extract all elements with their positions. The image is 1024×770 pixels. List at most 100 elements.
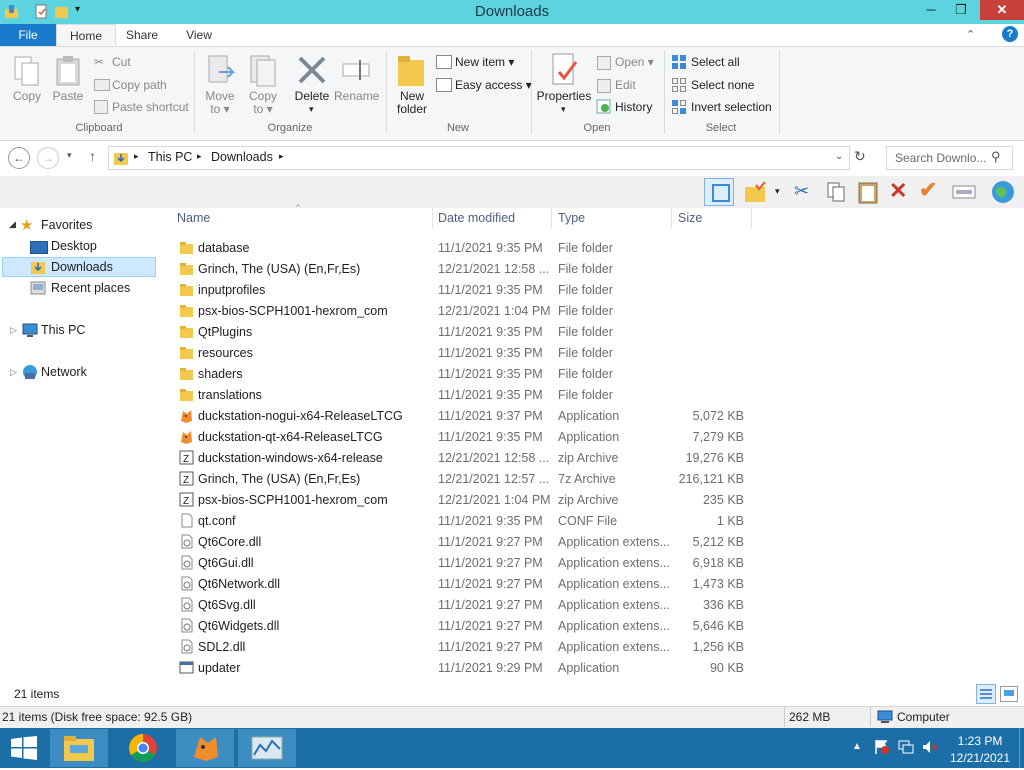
properties-dropdown-icon[interactable]: ▾ bbox=[561, 104, 566, 115]
column-header-type[interactable]: Type bbox=[558, 211, 585, 225]
column-divider[interactable] bbox=[671, 207, 672, 229]
taskbar-chrome[interactable] bbox=[114, 729, 172, 767]
start-windows-icon[interactable] bbox=[10, 736, 38, 760]
recent-locations-icon[interactable]: ▾ bbox=[67, 150, 72, 161]
large-icons-view-button[interactable] bbox=[1000, 686, 1018, 702]
file-row[interactable]: duckstation-nogui-x64-ReleaseLTCG 11/1/20… bbox=[176, 405, 756, 426]
delete-dropdown-icon[interactable]: ▾ bbox=[309, 104, 314, 115]
search-input[interactable]: Search Downlo... bbox=[895, 151, 986, 165]
tab-share[interactable]: Share bbox=[118, 24, 166, 46]
delete-button[interactable]: Delete bbox=[292, 90, 332, 103]
select-none-button[interactable]: Select none bbox=[691, 78, 754, 92]
properties-icon[interactable] bbox=[549, 52, 581, 88]
copy-button[interactable]: Copy bbox=[8, 90, 46, 103]
file-row[interactable]: Grinch, The (USA) (En,Fr,Es) 12/21/2021 1… bbox=[176, 258, 756, 279]
expand-this-pc-icon[interactable]: ▷ bbox=[10, 325, 17, 336]
delete-icon[interactable] bbox=[296, 54, 328, 86]
copy-toolbar-icon[interactable] bbox=[826, 181, 846, 203]
expand-favorites-icon[interactable]: ◢ bbox=[9, 219, 16, 230]
file-row[interactable]: database 11/1/2021 9:35 PM File folder bbox=[176, 237, 756, 258]
history-button[interactable]: History bbox=[615, 100, 652, 114]
rename-toolbar-icon[interactable] bbox=[952, 184, 976, 200]
nav-favorites[interactable]: Favorites bbox=[41, 215, 92, 235]
address-bar[interactable]: ▸ This PC ▸ Downloads ▸ ⌄ bbox=[108, 146, 850, 170]
properties-button[interactable]: Properties bbox=[536, 90, 592, 103]
file-row[interactable]: psx-bios-SCPH1001-hexrom_com 12/21/2021 1… bbox=[176, 300, 756, 321]
column-header-date[interactable]: Date modified bbox=[438, 211, 515, 225]
nav-desktop[interactable]: Desktop bbox=[51, 236, 97, 256]
select-all-button[interactable]: Select all bbox=[691, 55, 740, 69]
show-hidden-icons-icon[interactable]: ▲ bbox=[852, 741, 862, 752]
copy-icon[interactable] bbox=[12, 54, 42, 88]
copy-to-icon[interactable] bbox=[247, 52, 279, 88]
file-row[interactable]: Zpsx-bios-SCPH1001-hexrom_com 12/21/2021 … bbox=[176, 489, 756, 510]
crumb-downloads[interactable]: Downloads bbox=[211, 150, 273, 164]
file-row[interactable]: Qt6Network.dll 11/1/2021 9:27 PM Applicati… bbox=[176, 573, 756, 594]
refresh-icon[interactable]: ↻ bbox=[854, 148, 866, 165]
file-row[interactable]: Zduckstation-windows-x64-release 12/21/20… bbox=[176, 447, 756, 468]
file-row[interactable]: resources 11/1/2021 9:35 PM File folder bbox=[176, 342, 756, 363]
file-row[interactable]: translations 11/1/2021 9:35 PM File folder bbox=[176, 384, 756, 405]
paste-shortcut-button[interactable]: Paste shortcut bbox=[112, 100, 189, 114]
nav-network[interactable]: Network bbox=[41, 362, 87, 382]
column-divider[interactable] bbox=[551, 207, 552, 229]
paste-button[interactable]: Paste bbox=[49, 90, 87, 103]
forward-button[interactable]: → bbox=[37, 147, 59, 169]
taskbar-performance-monitor[interactable] bbox=[238, 729, 296, 767]
new-item-button[interactable]: New item ▾ bbox=[455, 55, 514, 69]
file-row[interactable]: updater 11/1/2021 9:29 PM Application 90 KB bbox=[176, 657, 756, 678]
expand-network-icon[interactable]: ▷ bbox=[10, 367, 17, 378]
cut-icon[interactable]: ✂ bbox=[794, 181, 809, 202]
rename-icon[interactable] bbox=[340, 54, 372, 86]
file-row[interactable]: Qt6Svg.dll 11/1/2021 9:27 PM Application e… bbox=[176, 594, 756, 615]
easy-access-button[interactable]: Easy access ▾ bbox=[455, 78, 532, 92]
column-header-name[interactable]: Name bbox=[177, 211, 210, 225]
paste-toolbar-icon[interactable] bbox=[857, 180, 879, 204]
taskbar-file-explorer[interactable] bbox=[50, 729, 108, 767]
delete-toolbar-icon[interactable]: ✕ bbox=[889, 178, 907, 204]
move-to-button[interactable]: Move to ▾ bbox=[202, 90, 238, 116]
column-header-size[interactable]: Size bbox=[678, 211, 702, 225]
file-row[interactable]: SDL2.dll 11/1/2021 9:27 PM Application ext… bbox=[176, 636, 756, 657]
file-row[interactable]: Z Grinch, The (USA) (En,Fr,Es) 12/21/2021 … bbox=[176, 468, 756, 489]
file-row[interactable]: duckstation-qt-x64-ReleaseLTCG 11/1/2021 … bbox=[176, 426, 756, 447]
clock-time[interactable]: 1:23 PM bbox=[945, 734, 1015, 748]
column-divider[interactable] bbox=[432, 207, 433, 229]
tab-file[interactable]: File bbox=[0, 24, 56, 46]
preview-pane-button[interactable] bbox=[704, 178, 734, 206]
collapse-ribbon-icon[interactable]: ⌃ bbox=[966, 28, 975, 41]
back-button[interactable]: ← bbox=[8, 147, 30, 169]
new-folder-button[interactable]: New folder bbox=[390, 90, 434, 116]
help-icon[interactable]: ? bbox=[1002, 26, 1018, 42]
tab-home[interactable]: Home bbox=[56, 24, 116, 47]
crumb-this-pc[interactable]: This PC bbox=[148, 150, 192, 164]
file-row[interactable]: shaders 11/1/2021 9:35 PM File folder bbox=[176, 363, 756, 384]
taskbar-duckstation[interactable] bbox=[176, 729, 234, 767]
up-button[interactable]: ↑ bbox=[89, 148, 96, 164]
move-to-icon[interactable] bbox=[205, 52, 237, 88]
new-folder-icon[interactable] bbox=[396, 52, 426, 88]
open-button[interactable]: Open ▾ bbox=[615, 55, 654, 69]
nav-downloads[interactable]: Downloads bbox=[51, 257, 113, 277]
file-row[interactable]: Qt6Gui.dll 11/1/2021 9:27 PM Application e… bbox=[176, 552, 756, 573]
close-button[interactable]: ✕ bbox=[980, 0, 1024, 20]
clock-date[interactable]: 12/21/2021 bbox=[945, 751, 1015, 765]
nav-this-pc[interactable]: This PC bbox=[41, 320, 85, 340]
folder-properties-icon[interactable] bbox=[744, 181, 768, 203]
cut-button[interactable]: Cut bbox=[112, 55, 131, 69]
invert-selection-button[interactable]: Invert selection bbox=[691, 100, 772, 114]
file-row[interactable]: inputprofiles 11/1/2021 9:35 PM File folde… bbox=[176, 279, 756, 300]
details-view-button[interactable] bbox=[976, 684, 996, 704]
internet-globe-icon[interactable] bbox=[990, 179, 1016, 205]
tab-view[interactable]: View bbox=[175, 24, 223, 46]
paste-icon[interactable] bbox=[53, 54, 83, 88]
show-desktop-button[interactable] bbox=[1019, 728, 1024, 768]
toolbar-dropdown-icon[interactable]: ▾ bbox=[775, 186, 780, 197]
file-row[interactable]: Qt6Core.dll 11/1/2021 9:27 PM Application … bbox=[176, 531, 756, 552]
action-center-flag-icon[interactable] bbox=[874, 739, 890, 755]
maximize-button[interactable]: ❐ bbox=[946, 0, 976, 20]
network-tray-icon[interactable] bbox=[898, 739, 914, 755]
minimize-button[interactable]: ─ bbox=[916, 0, 946, 20]
copy-to-button[interactable]: Copy to ▾ bbox=[244, 90, 282, 116]
file-row[interactable]: QtPlugins 11/1/2021 9:35 PM File folder bbox=[176, 321, 756, 342]
